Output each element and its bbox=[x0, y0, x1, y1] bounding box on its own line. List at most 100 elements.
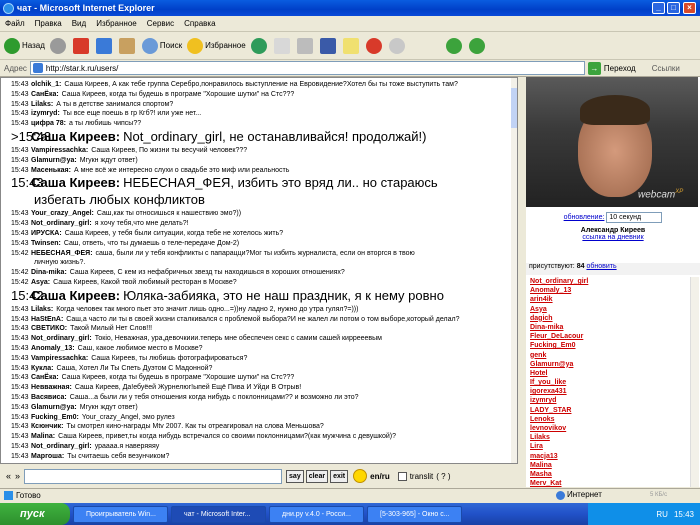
message-nick[interactable]: olchik_1: bbox=[31, 81, 61, 88]
message-nick[interactable]: Маргоша: bbox=[31, 453, 64, 460]
forward-button[interactable] bbox=[49, 37, 68, 54]
task-ie-chat[interactable]: чат - Microsoft Inter... bbox=[171, 505, 266, 523]
message-nick[interactable]: Невважная: bbox=[31, 384, 72, 391]
refresh-label[interactable]: обновление: bbox=[564, 214, 605, 221]
message-nick[interactable]: Lilaks: bbox=[31, 101, 53, 108]
user-list-item[interactable]: izymryd bbox=[526, 396, 690, 405]
user-list-item[interactable]: dagich bbox=[526, 314, 690, 323]
message-input[interactable] bbox=[24, 468, 283, 484]
user-list-item[interactable]: Masha bbox=[526, 470, 690, 479]
user-list-item[interactable]: Merv_Kat bbox=[526, 479, 690, 487]
chat-scrollbar-thumb[interactable] bbox=[511, 88, 517, 128]
user-list-item[interactable]: Anomaly_13 bbox=[526, 286, 690, 295]
user-list-item[interactable]: igorexa431 bbox=[526, 387, 690, 396]
message-nick[interactable]: Your_crazy_Angel: bbox=[31, 210, 94, 217]
message-nick[interactable]: izymryd: bbox=[31, 110, 60, 117]
links-button[interactable]: Ссылки bbox=[652, 64, 680, 73]
message-nick[interactable]: СанЁка: bbox=[31, 91, 59, 98]
message-nick[interactable]: Glamurn@ya: bbox=[31, 404, 77, 411]
task-media-player[interactable]: Проигрыватель Win... bbox=[73, 505, 168, 523]
menu-help[interactable]: Справка bbox=[179, 19, 220, 28]
message-nick[interactable]: Саша Киреев: bbox=[31, 175, 120, 190]
user-list-item[interactable]: levnovikov bbox=[526, 424, 690, 433]
message-nick[interactable]: Twinsen: bbox=[31, 240, 61, 247]
help-link[interactable]: ( ? ) bbox=[436, 472, 450, 481]
user-list-item[interactable]: Fucking_Em0 bbox=[526, 341, 690, 350]
history-button[interactable] bbox=[250, 37, 269, 54]
start-button[interactable]: пуск bbox=[0, 503, 70, 525]
user-list-item[interactable]: Not_ordinary_girl bbox=[526, 277, 690, 286]
message-nick[interactable]: Кукла: bbox=[31, 365, 53, 372]
message-nick[interactable]: Lilaks: bbox=[31, 306, 53, 313]
close-button[interactable]: × bbox=[683, 2, 696, 14]
user-list-item[interactable]: Asya bbox=[526, 305, 690, 314]
message-nick[interactable]: Anomaly_13: bbox=[31, 345, 75, 352]
translit-checkbox[interactable] bbox=[397, 471, 407, 481]
chat-scrollbar[interactable] bbox=[511, 78, 517, 463]
message-nick[interactable]: СанЁка: bbox=[31, 374, 59, 381]
user-list-item[interactable]: macja13 bbox=[526, 452, 690, 461]
message-nick[interactable]: Malina: bbox=[31, 433, 55, 440]
msn-button[interactable] bbox=[468, 37, 487, 54]
user-list-item[interactable]: Glamurn@ya bbox=[526, 360, 690, 369]
user-list-item[interactable]: If_you_like bbox=[526, 378, 690, 387]
back-button[interactable]: Назад bbox=[4, 37, 45, 54]
refresh-button[interactable] bbox=[95, 37, 114, 54]
lang-toggle[interactable]: en/ru bbox=[370, 472, 390, 481]
menu-favorites[interactable]: Избранное bbox=[91, 19, 142, 28]
user-list-item[interactable]: LADY_STAR bbox=[526, 406, 690, 415]
menu-file[interactable]: Файл bbox=[0, 19, 30, 28]
message-nick[interactable]: НЕБЕСНАЯ_ФЕЯ: bbox=[31, 250, 93, 257]
user-list-item[interactable]: Dina-mika bbox=[526, 323, 690, 332]
message-nick[interactable]: Asya: bbox=[31, 279, 50, 286]
user-list-item[interactable]: genk bbox=[526, 351, 690, 360]
update-link[interactable]: обновить bbox=[586, 263, 616, 270]
menu-edit[interactable]: Правка bbox=[30, 19, 67, 28]
minimize-button[interactable]: _ bbox=[652, 2, 665, 14]
smiley-icon[interactable] bbox=[353, 469, 368, 483]
discuss-button[interactable] bbox=[342, 37, 361, 54]
task-window[interactable]: [5-303-965] - Окно с... bbox=[367, 505, 462, 523]
message-nick[interactable]: Ксюнчик: bbox=[31, 423, 63, 430]
user-list-item[interactable]: Lenoks bbox=[526, 415, 690, 424]
message-nick[interactable]: Vampiressachka: bbox=[31, 147, 88, 154]
research-button[interactable] bbox=[388, 37, 407, 54]
refresh-select[interactable]: 10 секунд bbox=[606, 212, 663, 223]
favorites-button[interactable]: Избранное bbox=[187, 37, 246, 54]
scroll-left-icon[interactable]: « bbox=[6, 471, 11, 481]
message-nick[interactable]: Саша Киреев: bbox=[31, 129, 120, 144]
user-list-item[interactable]: Lira bbox=[526, 442, 690, 451]
users-scrollbar[interactable] bbox=[690, 277, 699, 487]
edit-button[interactable] bbox=[319, 37, 338, 54]
user-list-item[interactable]: Fleur_DeLacour bbox=[526, 332, 690, 341]
search-button[interactable]: Поиск bbox=[141, 37, 182, 54]
message-nick[interactable]: Масенькая: bbox=[31, 167, 71, 174]
clear-button[interactable]: clear bbox=[305, 469, 329, 483]
message-nick[interactable]: Not_ordinary_girl: bbox=[31, 443, 92, 450]
maximize-button[interactable]: □ bbox=[667, 2, 680, 14]
message-nick[interactable]: Васявиса: bbox=[31, 394, 67, 401]
home-button[interactable] bbox=[118, 37, 137, 54]
print-button[interactable] bbox=[296, 37, 315, 54]
lang-indicator[interactable]: RU bbox=[656, 510, 668, 519]
user-list-item[interactable]: Lilaks bbox=[526, 433, 690, 442]
message-nick[interactable]: СВЕТИКО: bbox=[31, 325, 67, 332]
mail-button[interactable] bbox=[273, 37, 292, 54]
user-list-item[interactable]: Hotel bbox=[526, 369, 690, 378]
task-dni-ru[interactable]: дни.ру v.4.0 - Росси... bbox=[269, 505, 364, 523]
icq-button[interactable] bbox=[445, 37, 464, 54]
message-nick[interactable]: Vampiressachka: bbox=[31, 355, 88, 362]
message-nick[interactable]: цифра 78: bbox=[31, 120, 66, 127]
menu-tools[interactable]: Сервис bbox=[142, 19, 179, 28]
message-nick[interactable]: Not_ordinary_girl: bbox=[31, 335, 92, 342]
stop-button[interactable] bbox=[72, 37, 91, 54]
diary-link[interactable]: ссылка на дневник bbox=[582, 234, 643, 241]
menu-view[interactable]: Вид bbox=[67, 19, 91, 28]
message-nick[interactable]: Fucking_Em0: bbox=[31, 414, 79, 421]
user-list-item[interactable]: Malina bbox=[526, 461, 690, 470]
message-nick[interactable]: Glamurn@ya: bbox=[31, 157, 77, 164]
message-nick[interactable]: Not_ordinary_girl: bbox=[31, 220, 92, 227]
message-nick[interactable]: Dina-mika: bbox=[31, 269, 67, 276]
scroll-right-icon[interactable]: » bbox=[15, 471, 20, 481]
messenger-button[interactable] bbox=[365, 37, 384, 54]
